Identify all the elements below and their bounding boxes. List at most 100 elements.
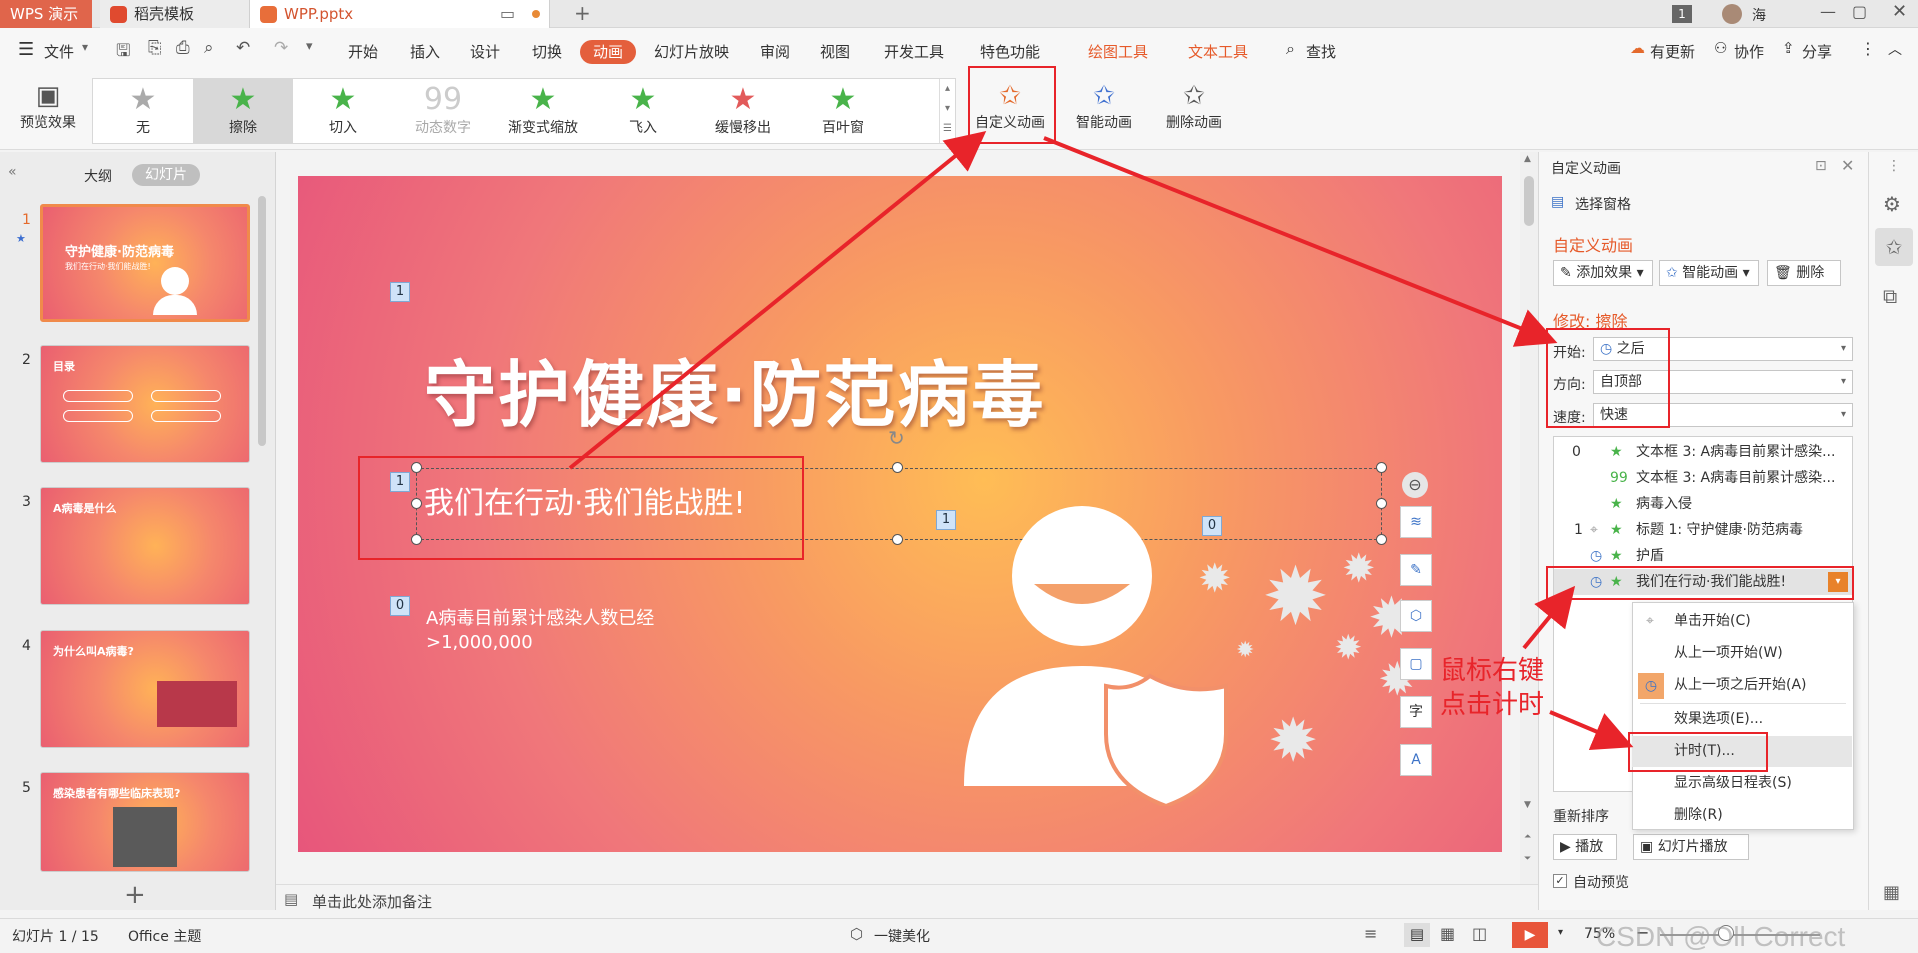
list-item[interactable]: 1 ⌖ ★ 标题 1: 守护健康·防范病毒: [1554, 517, 1852, 543]
add-effect-button[interactable]: ✎ 添加效果 ▾: [1553, 260, 1653, 286]
quick-access-more-icon[interactable]: ▾: [306, 39, 313, 54]
pane-header[interactable]: 自定义动画: [1551, 158, 1621, 178]
menu-view[interactable]: 视图: [820, 41, 850, 62]
gallery-dynamic-number[interactable]: 99 动态数字: [393, 79, 493, 143]
save-icon[interactable]: 🖫: [116, 38, 130, 67]
menu-text-tools[interactable]: 文本工具: [1188, 41, 1248, 62]
avatar[interactable]: [1722, 4, 1742, 24]
reading-view-icon[interactable]: ◫: [1472, 924, 1487, 943]
add-slide-icon[interactable]: +: [124, 880, 146, 910]
lock-icon[interactable]: ⊡: [1815, 158, 1827, 174]
gallery-scroll[interactable]: ▴ ▾ ☰: [939, 79, 955, 143]
fill-icon[interactable]: ⬡: [1400, 600, 1432, 632]
sidebar-handle-icon[interactable]: ⋮: [1887, 158, 1901, 174]
slideshow-button[interactable]: ▣ 幻灯片播放: [1633, 834, 1749, 860]
hamburger-icon[interactable]: ☰: [18, 39, 34, 60]
menu-features[interactable]: 特色功能: [980, 41, 1040, 62]
menu-insert[interactable]: 插入: [410, 41, 440, 62]
notes-toggle-icon[interactable]: ≡: [1364, 924, 1377, 943]
rotate-handle-icon[interactable]: ↻: [888, 426, 905, 450]
slide-body-line1[interactable]: A病毒目前累计感染人数已经: [426, 604, 654, 630]
collab-icon[interactable]: ⚇: [1714, 39, 1727, 57]
slide-body-line2[interactable]: >1,000,000: [426, 632, 533, 653]
person-shield-icon[interactable]: [954, 506, 1244, 806]
resize-handle[interactable]: [1376, 498, 1387, 509]
anim-tag[interactable]: 1: [390, 282, 410, 302]
pen-icon[interactable]: ✎: [1400, 554, 1432, 586]
cloud-update-icon[interactable]: ☁: [1630, 39, 1645, 57]
notes-bar[interactable]: ▤ 单击此处添加备注: [276, 884, 1538, 914]
collapse-panel-icon[interactable]: «: [8, 164, 17, 180]
border-icon[interactable]: ▢: [1400, 648, 1432, 680]
new-tab-icon[interactable]: +: [574, 1, 591, 25]
menu-home[interactable]: 开始: [348, 41, 378, 62]
menu-transition[interactable]: 切换: [532, 41, 562, 62]
slide-thumb-5[interactable]: 感染患者有哪些临床表现?: [40, 772, 250, 872]
gallery-gradient-zoom[interactable]: ★ 渐变式缩放: [493, 79, 593, 143]
theme-name[interactable]: Office 主题: [128, 926, 201, 946]
slide-thumb-1[interactable]: 守护健康·防范病毒 我们在行动·我们能战胜!: [40, 204, 250, 322]
next-slide-icon[interactable]: ⏷: [1524, 854, 1531, 864]
format-painter-icon[interactable]: ⎘: [148, 38, 162, 58]
monitor-icon[interactable]: ▭: [500, 4, 515, 23]
properties-icon[interactable]: ⚙: [1883, 192, 1901, 216]
print-preview-icon[interactable]: ⌕: [204, 38, 214, 58]
panel-scrollbar[interactable]: [258, 196, 266, 446]
menu-review[interactable]: 审阅: [760, 41, 790, 62]
tab-outline[interactable]: 大纲: [84, 166, 112, 186]
more-icon[interactable]: ⋮: [1860, 39, 1876, 58]
scroll-thumb[interactable]: [1524, 176, 1534, 226]
print-icon[interactable]: ⎙: [176, 38, 190, 58]
gallery-wipe[interactable]: ★ 擦除: [193, 79, 293, 143]
menu-developer[interactable]: 开发工具: [884, 41, 944, 62]
anim-tag[interactable]: 1: [936, 510, 956, 530]
close-icon[interactable]: ✕: [1892, 1, 1907, 22]
menu-item-click-start[interactable]: ⌖ 单击开始(C): [1632, 606, 1852, 637]
update-button[interactable]: 有更新: [1650, 41, 1695, 62]
menu-item-with-previous[interactable]: 从上一项开始(W): [1632, 638, 1852, 669]
resize-handle[interactable]: [892, 462, 903, 473]
delete-animation-button[interactable]: ✩ 删除动画: [1152, 80, 1236, 142]
resize-handle[interactable]: [892, 534, 903, 545]
menu-drawing-tools[interactable]: 绘图工具: [1088, 41, 1148, 62]
prev-slide-icon[interactable]: ⏶: [1524, 832, 1531, 842]
menu-animation[interactable]: 动画: [580, 40, 636, 64]
scroll-up-icon[interactable]: ▲: [1524, 154, 1531, 164]
slide-thumb-2[interactable]: 目录: [40, 345, 250, 463]
delete-effect-button[interactable]: 🗑 删除: [1767, 260, 1841, 286]
smart-animation-pane-button[interactable]: ✩ 智能动画 ▾: [1659, 260, 1759, 286]
gallery-slow-out[interactable]: ★ 缓慢移出: [693, 79, 793, 143]
menu-item-advanced-timeline[interactable]: 显示高级日程表(S): [1632, 768, 1852, 799]
preview-effect-button[interactable]: ▣ 预览效果: [6, 80, 90, 142]
menu-search[interactable]: 查找: [1306, 41, 1336, 62]
menu-item-after-previous[interactable]: ◷ 从上一项之后开始(A): [1632, 670, 1852, 701]
resize-handle[interactable]: [1376, 534, 1387, 545]
gallery-cut-in[interactable]: ★ 切入: [293, 79, 393, 143]
share-icon[interactable]: ⇪: [1782, 39, 1795, 57]
gallery-fly-in[interactable]: ★ 飞入: [593, 79, 693, 143]
undo-icon[interactable]: ↶: [236, 38, 250, 58]
redo-icon[interactable]: ↷: [274, 38, 288, 58]
notification-badge[interactable]: 1: [1672, 5, 1692, 23]
beautify-button[interactable]: 一键美化: [874, 926, 930, 946]
scroll-down-icon[interactable]: ▼: [1524, 800, 1531, 810]
tab-template[interactable]: 稻壳模板: [100, 0, 250, 28]
text-style-icon[interactable]: 字: [1400, 696, 1432, 728]
menu-file[interactable]: 文件: [44, 41, 74, 62]
close-pane-icon[interactable]: ✕: [1841, 156, 1854, 175]
maximize-icon[interactable]: ▢: [1852, 2, 1867, 21]
app-tab[interactable]: WPS 演示: [0, 0, 92, 28]
slide-title[interactable]: 守护健康·防范病毒: [424, 336, 1045, 441]
gallery-blinds[interactable]: ★ 百叶窗: [793, 79, 893, 143]
grid-icon[interactable]: ▦: [1883, 882, 1900, 903]
anim-tag[interactable]: 0: [390, 596, 410, 616]
search-icon[interactable]: ⌕: [1286, 39, 1295, 59]
collab-button[interactable]: 协作: [1734, 41, 1764, 62]
normal-view-icon[interactable]: ▤: [1404, 923, 1430, 947]
menu-item-effect-options[interactable]: 效果选项(E)...: [1632, 704, 1852, 735]
menu-item-delete[interactable]: 删除(R): [1632, 800, 1852, 831]
list-item[interactable]: 99 文本框 3: A病毒目前累计感染...: [1554, 465, 1852, 491]
list-item[interactable]: ★ 病毒入侵: [1554, 491, 1852, 517]
chevron-down-icon[interactable]: ▾: [1558, 927, 1563, 938]
menu-slideshow[interactable]: 幻灯片放映: [654, 41, 729, 62]
